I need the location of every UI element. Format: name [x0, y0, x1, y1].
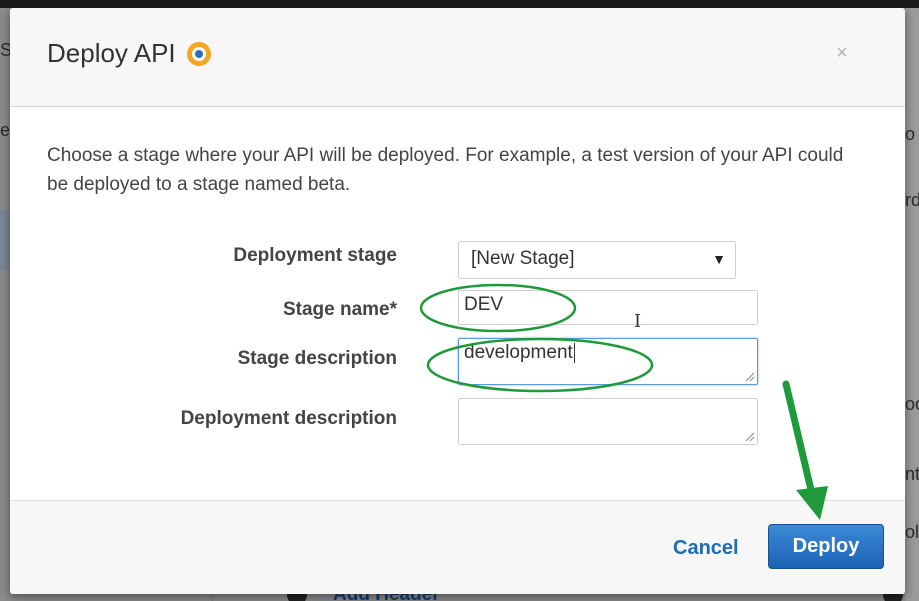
background-top-bar	[0, 0, 919, 8]
status-badge-icon	[187, 42, 211, 66]
deploy-api-dialog: Deploy API × Choose a stage where your A…	[10, 8, 905, 594]
stage-name-value: DEV	[464, 294, 504, 315]
stage-description-label: Stage description	[237, 348, 397, 369]
dialog-body: Choose a stage where your API will be de…	[10, 108, 905, 500]
dialog-intro-text: Choose a stage where your API will be de…	[47, 145, 844, 195]
background-text-fragment: oli	[905, 522, 919, 542]
deployment-description-label: Deployment description	[180, 408, 397, 429]
deploy-button[interactable]: Deploy	[768, 524, 884, 569]
text-caret	[573, 342, 575, 363]
dialog-footer: Cancel Deploy	[10, 500, 905, 594]
background-text-fragment: o	[905, 124, 916, 144]
deployment-stage-selected: [New Stage]	[471, 248, 575, 269]
resize-grip-icon[interactable]	[745, 432, 755, 442]
deployment-stage-label: Deployment stage	[233, 245, 397, 266]
close-icon[interactable]: ×	[833, 41, 851, 65]
resize-grip-icon[interactable]	[745, 372, 755, 382]
background-sidebar-strip	[0, 210, 10, 270]
i-beam-cursor-icon: I	[634, 311, 642, 332]
chevron-down-icon: ▼	[712, 251, 726, 267]
background-right-panel	[905, 8, 919, 601]
background-text-fragment: oo	[905, 394, 919, 414]
dialog-title: Deploy API	[47, 38, 176, 68]
background-text-fragment: nt	[905, 464, 919, 484]
deployment-stage-select[interactable]: [New Stage] ▼	[458, 241, 736, 279]
dialog-header: Deploy API ×	[10, 8, 905, 107]
cancel-button[interactable]: Cancel	[673, 537, 739, 560]
stage-description-value: development	[464, 342, 573, 363]
deployment-description-textarea[interactable]	[458, 398, 758, 445]
background-text-fragment: rd	[905, 190, 919, 210]
stage-description-textarea[interactable]: development	[458, 338, 758, 385]
stage-name-input[interactable]: DEV	[458, 290, 758, 325]
stage-name-label: Stage name*	[282, 299, 397, 320]
